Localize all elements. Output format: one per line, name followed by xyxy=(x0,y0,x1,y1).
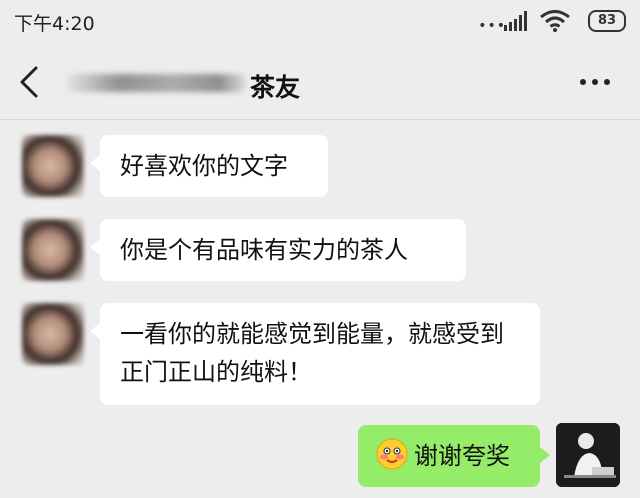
message-bubble-outgoing[interactable]: 谢谢夸奖 xyxy=(358,425,550,487)
signal-icon xyxy=(504,11,527,31)
contact-name: 茶友 xyxy=(250,73,301,102)
sender-avatar[interactable] xyxy=(22,219,84,281)
wifi-icon xyxy=(540,10,570,32)
flushed-smile-icon xyxy=(376,438,408,470)
message-bubble[interactable]: 一看你的就能感觉到能量，就感受到正门正山的纯料！ xyxy=(90,303,540,405)
battery-icon: 83 xyxy=(588,10,626,32)
my-avatar[interactable] xyxy=(556,423,620,487)
person-avatar-icon xyxy=(556,423,620,487)
status-time: 下午4:20 xyxy=(14,13,95,35)
message-text: 一看你的就能感觉到能量，就感受到正门正山的纯料！ xyxy=(120,320,504,386)
message-text: 你是个有品味有实力的茶人 xyxy=(120,236,408,264)
sender-avatar[interactable] xyxy=(22,303,84,365)
back-arrow-icon[interactable] xyxy=(14,64,44,100)
message-list[interactable]: 好喜欢你的文字 你是个有品味有实力的茶人 一看你的就能感觉到能量，就感受到正门正… xyxy=(0,121,640,498)
status-bar: 下午4:20 ••• 83 xyxy=(0,0,640,44)
message-bubble[interactable]: 你是个有品味有实力的茶人 xyxy=(90,219,466,281)
status-icons: ••• 83 xyxy=(446,8,626,34)
more-options-icon[interactable] xyxy=(578,70,612,94)
chat-header: 茶友 xyxy=(0,44,640,120)
message-bubble[interactable]: 好喜欢你的文字 xyxy=(90,135,328,197)
notification-dots-icon: ••• xyxy=(478,18,506,34)
blurred-contact-name xyxy=(66,74,246,92)
message-text: 谢谢夸奖 xyxy=(414,442,510,470)
message-text: 好喜欢你的文字 xyxy=(120,152,288,180)
sender-avatar[interactable] xyxy=(22,135,84,197)
